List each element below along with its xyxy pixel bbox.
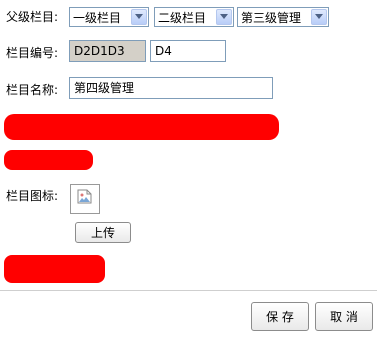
column-icon-preview (70, 184, 100, 214)
broken-image-icon (77, 189, 92, 204)
redaction-mark (4, 255, 105, 283)
parent-level1-value: 一级栏目 (73, 10, 122, 25)
parent-level2-value: 二级栏目 (158, 10, 207, 25)
column-edit-form: 父级栏目: 一级栏目 二级栏目 第三级管理 栏目编号: D2D1D3 D4 栏目… (0, 0, 377, 337)
redaction-mark (4, 150, 93, 170)
cancel-button[interactable]: 取 消 (315, 302, 373, 331)
column-icon-label: 栏目图标: (6, 189, 59, 203)
column-code-field[interactable]: D4 (150, 40, 226, 62)
chevron-down-icon[interactable] (131, 9, 147, 25)
parent-column-label: 父级栏目: (6, 10, 59, 24)
chevron-down-icon[interactable] (216, 9, 232, 25)
parent-level2-select[interactable]: 二级栏目 (154, 7, 234, 27)
column-code-prefix-field: D2D1D3 (69, 40, 146, 62)
footer-divider (0, 290, 377, 291)
save-button[interactable]: 保 存 (251, 302, 309, 331)
column-name-field[interactable]: 第四级管理 (69, 77, 273, 99)
chevron-down-icon[interactable] (311, 9, 327, 25)
parent-level1-select[interactable]: 一级栏目 (69, 7, 149, 27)
column-name-label: 栏目名称: (6, 83, 59, 97)
parent-level3-select[interactable]: 第三级管理 (237, 7, 329, 27)
column-code-label: 栏目编号: (6, 46, 59, 60)
upload-button[interactable]: 上传 (75, 222, 131, 243)
parent-level3-value: 第三级管理 (241, 10, 302, 25)
redaction-mark (4, 114, 279, 140)
